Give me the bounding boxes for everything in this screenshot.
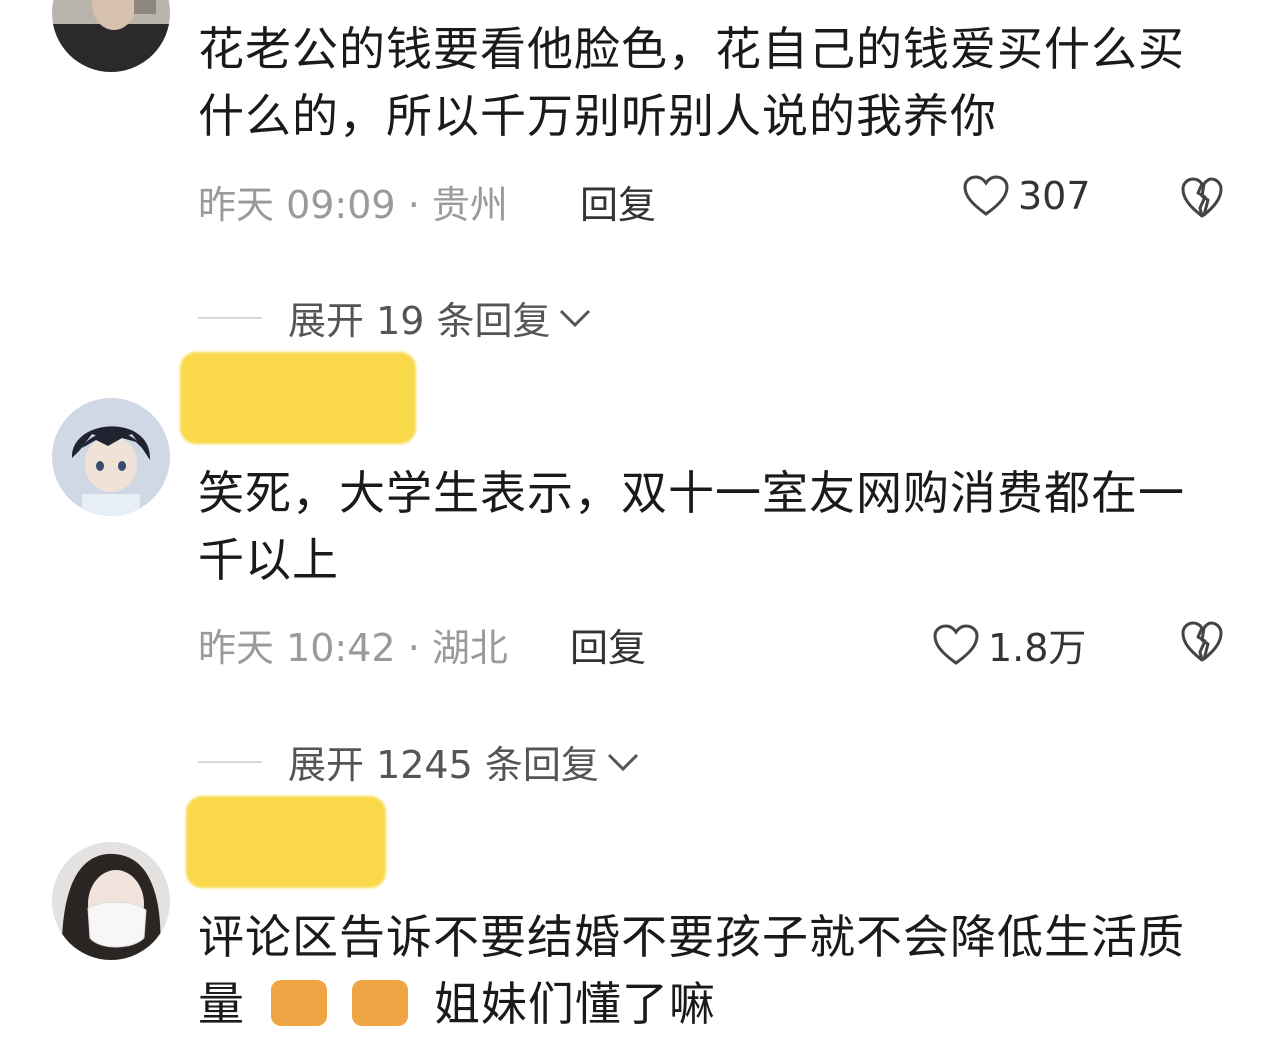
redacted-username <box>186 796 386 888</box>
comment-text: 花老公的钱要看他脸色，花自己的钱爱买什么买什么的，所以千万别听别人说的我养你 <box>198 22 1185 143</box>
heart-outline-icon <box>933 623 979 665</box>
avatar-user-2[interactable] <box>52 398 170 516</box>
comment-text-tail: 姐妹们懂了嘛 <box>433 977 716 1031</box>
comment-location: · 贵州 <box>407 183 508 227</box>
chevron-down-icon <box>607 753 638 771</box>
comment-meta: 昨天 09:09 · 贵州 <box>198 174 508 229</box>
chevron-down-icon <box>559 309 590 327</box>
comment-time: 昨天 09:09 <box>198 183 396 227</box>
dislike-button[interactable] <box>1180 620 1224 664</box>
divider <box>198 316 262 319</box>
comment-text: 评论区告诉不要结婚不要孩子就不会降低生活质量 姐妹们懂了嘛 <box>198 904 1208 1038</box>
comment-text: 笑死，大学生表示，双十一室友网购消费都在一千以上 <box>198 466 1185 587</box>
heart-outline-icon <box>963 175 1009 216</box>
reply-button[interactable]: 回复 <box>570 617 646 672</box>
divider <box>198 760 262 763</box>
expand-replies-label: 展开 1245 条回复 <box>288 743 599 787</box>
like-count: 1.8万 <box>988 626 1087 670</box>
emoji-icon <box>270 980 327 1026</box>
expand-replies-button[interactable]: 展开 19 条回复 <box>198 290 593 345</box>
redacted-username <box>180 352 416 444</box>
like-button[interactable]: 307 <box>962 174 1091 218</box>
expand-replies-button[interactable]: 展开 1245 条回复 <box>198 734 641 789</box>
expand-replies-label: 展开 19 条回复 <box>288 299 551 343</box>
emoji-icon <box>352 980 409 1026</box>
comment-time: 昨天 10:42 <box>198 626 396 670</box>
broken-heart-icon <box>1181 177 1223 218</box>
avatar-user-3[interactable] <box>52 842 170 960</box>
comment-location: · 湖北 <box>407 626 508 670</box>
avatar-user-1[interactable] <box>52 0 170 72</box>
like-count: 307 <box>1018 174 1091 218</box>
like-button[interactable]: 1.8万 <box>932 617 1086 672</box>
broken-heart-icon <box>1181 621 1223 662</box>
comment-meta: 昨天 10:42 · 湖北 <box>198 617 508 672</box>
dislike-button[interactable] <box>1180 176 1224 220</box>
reply-button[interactable]: 回复 <box>580 174 656 229</box>
